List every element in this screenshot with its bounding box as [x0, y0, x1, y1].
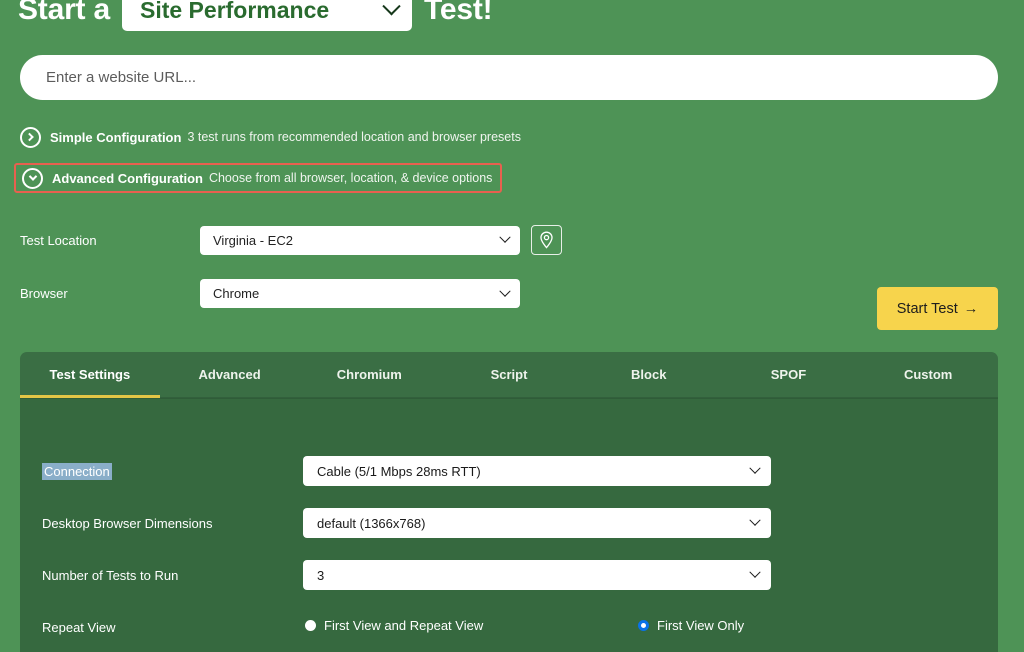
connection-select-wrap: Cable (5/1 Mbps 28ms RTT): [303, 456, 771, 486]
radio-label: First View Only: [657, 618, 745, 633]
test-settings-panel-body: Connection Cable (5/1 Mbps 28ms RTT) Des…: [20, 398, 998, 652]
browser-value: Chrome: [213, 286, 260, 301]
number-of-tests-row: Number of Tests to Run: [42, 560, 302, 590]
dimensions-select[interactable]: default (1366x768): [303, 508, 771, 538]
test-location-row: Test Location Virginia - EC2: [20, 225, 562, 255]
arrow-right-icon: →: [963, 300, 979, 317]
chevron-down-icon: [499, 231, 511, 243]
repeat-view-label: Repeat View: [42, 619, 116, 635]
chevron-down-icon: [499, 285, 511, 297]
simple-configuration-row[interactable]: Simple Configuration 3 test runs from re…: [20, 123, 521, 151]
hero-prefix: Start a: [18, 0, 110, 26]
test-location-select[interactable]: Virginia - EC2: [200, 225, 520, 255]
hero-heading: Start a Site Performance Test!: [0, 0, 1024, 34]
simple-configuration-description: 3 test runs from recommended location an…: [187, 130, 521, 144]
test-location-label: Test Location: [20, 232, 97, 248]
map-pin-icon: [540, 231, 553, 249]
tab-label: Script: [490, 367, 528, 382]
tab-custom[interactable]: Custom: [858, 352, 998, 397]
dimensions-label: Desktop Browser Dimensions: [42, 515, 213, 531]
browser-row: Browser Chrome: [20, 279, 520, 308]
connection-select[interactable]: Cable (5/1 Mbps 28ms RTT): [303, 456, 771, 486]
chevron-right-circle-icon: [20, 126, 41, 148]
tab-test-settings[interactable]: Test Settings: [20, 352, 160, 398]
tab-advanced[interactable]: Advanced: [160, 352, 300, 397]
map-pin-button[interactable]: [531, 225, 562, 255]
connection-label: Connection: [42, 462, 112, 480]
number-of-tests-select[interactable]: 3: [303, 560, 771, 590]
chevron-down-icon: [382, 0, 401, 15]
connection-value: Cable (5/1 Mbps 28ms RTT): [317, 463, 481, 479]
browser-label: Browser: [20, 286, 68, 301]
chevron-down-icon: [749, 514, 761, 526]
url-input[interactable]: [20, 55, 998, 100]
radio-first-view-only[interactable]: First View Only: [638, 618, 744, 633]
page-root: Start a Site Performance Test! Simple Co…: [0, 0, 1024, 652]
tab-label: Custom: [903, 367, 953, 382]
dimensions-select-wrap: default (1366x768): [303, 508, 771, 538]
advanced-configuration-row[interactable]: Advanced Configuration Choose from all b…: [14, 163, 503, 193]
tab-label: Advanced: [198, 367, 261, 382]
test-type-dropdown[interactable]: Site Performance: [121, 0, 412, 31]
advanced-configuration-description: Choose from all browser, location, & dev…: [208, 171, 493, 185]
chevron-down-circle-icon: [22, 167, 43, 189]
test-location-value: Virginia - EC2: [213, 232, 293, 248]
start-test-label: Start Test: [896, 300, 958, 317]
repeat-view-row: Repeat View: [42, 612, 302, 642]
simple-configuration-title: Simple Configuration: [50, 129, 182, 145]
tab-chromium[interactable]: Chromium: [299, 352, 439, 397]
hero-suffix: Test!: [423, 0, 493, 26]
browser-select[interactable]: Chrome: [200, 279, 520, 308]
radio-dot-unselected: [305, 620, 316, 631]
advanced-configuration-title: Advanced Configuration: [52, 170, 203, 186]
radio-label: First View and Repeat View: [324, 618, 484, 633]
number-of-tests-value: 3: [317, 567, 325, 583]
tab-label: SPOF: [770, 367, 807, 382]
settings-panel: Test Settings Advanced Chromium Script B…: [20, 352, 998, 652]
tab-spof[interactable]: SPOF: [719, 352, 859, 397]
tab-bar: Test Settings Advanced Chromium Script B…: [20, 352, 998, 398]
tab-label: Chromium: [336, 367, 402, 382]
tab-label: Block: [631, 367, 667, 382]
tab-block[interactable]: Block: [579, 352, 719, 397]
test-type-value: Site Performance: [139, 0, 330, 23]
chevron-down-icon: [749, 462, 761, 474]
radio-dot-selected: [638, 620, 649, 631]
radio-first-and-repeat-view[interactable]: First View and Repeat View: [305, 618, 483, 633]
tab-label: Test Settings: [49, 367, 131, 382]
number-of-tests-select-wrap: 3: [303, 560, 771, 590]
chevron-down-icon: [749, 566, 761, 578]
tab-script[interactable]: Script: [439, 352, 579, 397]
number-of-tests-label: Number of Tests to Run: [42, 567, 179, 583]
connection-row: Connection: [42, 456, 112, 486]
dimensions-value: default (1366x768): [317, 515, 426, 531]
start-test-button[interactable]: Start Test →: [877, 287, 998, 330]
dimensions-row: Desktop Browser Dimensions: [42, 508, 302, 538]
